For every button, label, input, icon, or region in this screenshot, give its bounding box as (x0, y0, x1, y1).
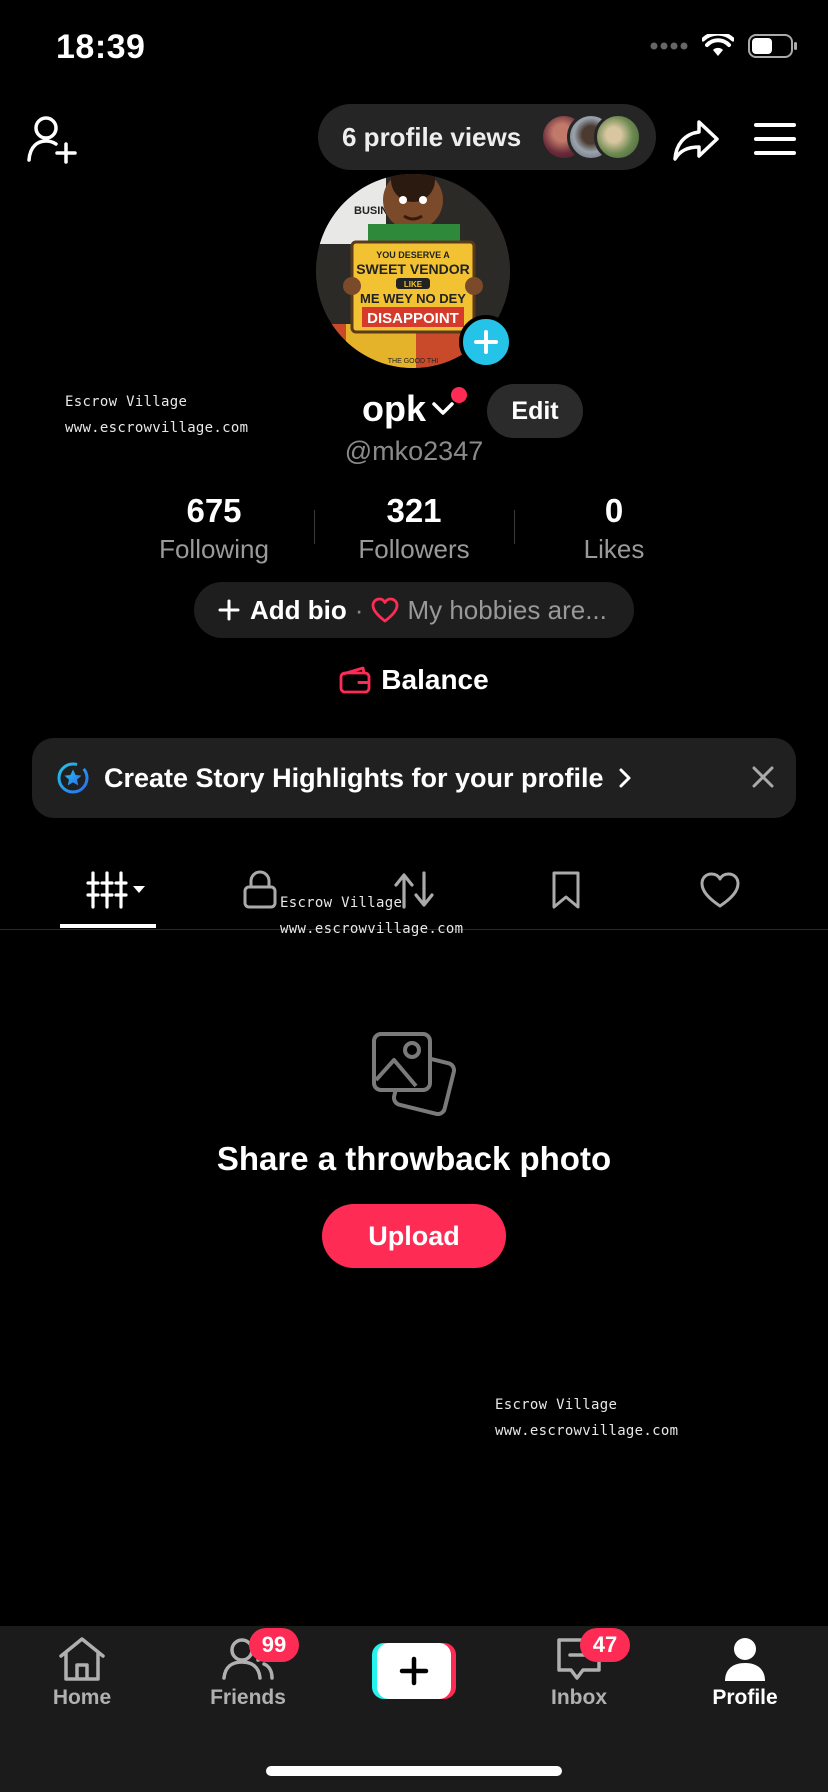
watermark: Escrow Village www.escrowvillage.com (280, 890, 463, 942)
nav-label: Profile (712, 1686, 778, 1709)
wifi-icon (702, 34, 734, 56)
stat-label: Likes (583, 534, 645, 564)
avatar-sign-line: LIKE (404, 280, 423, 289)
status-time: 18:39 (56, 28, 146, 66)
nav-label: Home (52, 1686, 112, 1709)
share-icon (673, 120, 719, 161)
add-story-button[interactable] (459, 315, 513, 369)
add-user-icon (27, 116, 77, 164)
stat-label: Followers (358, 534, 470, 564)
avatar-bottom-text: THE GOOD THI (388, 358, 438, 365)
avatar-sign-line: SWEET VENDOR (356, 261, 470, 277)
stat-label: Following (159, 534, 269, 564)
menu-button[interactable] (754, 122, 796, 156)
stat-value: 675 (186, 492, 242, 529)
grid-icon (86, 871, 145, 909)
edit-profile-button[interactable]: Edit (487, 384, 583, 438)
profile-views-label: 6 profile views (342, 121, 522, 152)
watermark-line: www.escrowvillage.com (280, 921, 464, 937)
bookmark-icon (552, 871, 580, 909)
status-icons (650, 34, 798, 58)
balance-label: Balance (381, 664, 489, 695)
add-friend-button[interactable] (26, 114, 78, 164)
wallet-icon (339, 666, 371, 694)
nav-home[interactable]: Home (17, 1636, 147, 1710)
stat-value: 0 (604, 492, 624, 529)
watermark-line: www.escrowvillage.com (495, 1423, 679, 1439)
profile-views-pill[interactable]: 6 profile views (318, 104, 656, 170)
signal-icon (650, 42, 688, 50)
watermark-line: Escrow Village (65, 394, 188, 410)
watermark-line: Escrow Village (495, 1397, 618, 1413)
stat-likes[interactable]: 0 Likes (514, 492, 714, 565)
story-highlights-banner[interactable]: Create Story Highlights for your profile (32, 738, 796, 818)
watermark: Escrow Village www.escrowvillage.com (495, 1392, 678, 1444)
chevron-down-icon (432, 402, 454, 415)
create-plus-icon (372, 1643, 456, 1699)
friends-badge: 99 (249, 1628, 299, 1662)
nav-profile[interactable]: Profile (680, 1636, 810, 1710)
heart-icon (372, 597, 399, 623)
watermark: Escrow Village www.escrowvillage.com (65, 389, 248, 441)
home-icon (59, 1637, 105, 1681)
tab-videos[interactable] (60, 862, 156, 918)
star-icon (57, 762, 89, 794)
bio-hint: My hobbies are... (407, 594, 607, 625)
profile-handle: @mko2347 (344, 436, 484, 466)
separator: · (354, 594, 364, 625)
add-bio-label: Add bio (250, 594, 347, 625)
nav-label: Inbox (551, 1686, 607, 1709)
tab-favorites[interactable] (518, 862, 614, 918)
share-profile-button[interactable] (672, 118, 720, 162)
stat-value: 321 (386, 492, 442, 529)
empty-state-title: Share a throwback photo (216, 1140, 612, 1177)
upload-button[interactable]: Upload (322, 1204, 506, 1268)
empty-state-image (370, 1030, 458, 1116)
tab-liked[interactable] (672, 862, 768, 918)
avatar-sign-line: DISAPPOINT (367, 310, 459, 327)
heart-icon (700, 872, 740, 908)
viewer-avatar (594, 113, 642, 161)
profile-icon (725, 1638, 765, 1681)
avatar-sign-line: ME WEY NO DEY (360, 291, 466, 306)
close-icon (752, 766, 774, 788)
chevron-right-icon (619, 768, 631, 788)
balance-button[interactable]: Balance (0, 664, 828, 696)
lock-icon (243, 870, 277, 909)
watermark-line: Escrow Village (280, 895, 403, 911)
notification-dot (451, 387, 467, 403)
inbox-badge: 47 (580, 1628, 630, 1662)
nav-label: Friends (210, 1686, 286, 1709)
highlights-text: Create Story Highlights for your profile (104, 762, 604, 793)
profile-name: opk (362, 388, 427, 429)
viewer-avatars (540, 113, 642, 161)
hamburger-menu-icon (754, 123, 796, 155)
battery-icon (748, 34, 797, 58)
avatar-sign-line: YOU DESERVE A (376, 250, 450, 260)
plus-icon (218, 599, 240, 621)
stat-followers[interactable]: 321 Followers (314, 492, 514, 565)
active-tab-indicator (60, 924, 156, 928)
home-indicator (266, 1766, 562, 1776)
create-button[interactable] (372, 1643, 456, 1699)
stat-following[interactable]: 675 Following (114, 492, 314, 565)
plus-icon (474, 330, 498, 354)
photo-icon (372, 1032, 457, 1116)
close-banner-button[interactable] (750, 764, 776, 790)
account-switcher[interactable]: opk (362, 388, 454, 430)
add-bio-button[interactable]: Add bio · My hobbies are... (194, 582, 634, 638)
